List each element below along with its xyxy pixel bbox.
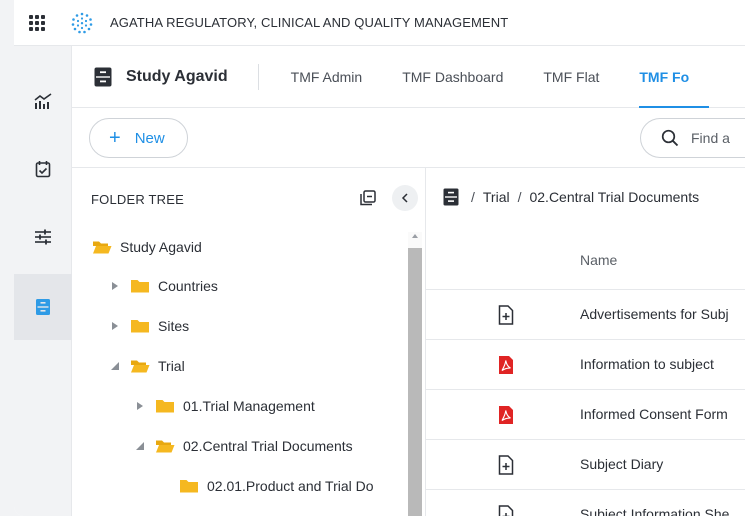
sliders-icon bbox=[35, 229, 51, 245]
logo-icon bbox=[71, 12, 93, 33]
archive-icon bbox=[36, 299, 50, 315]
tree-item-label: Trial bbox=[158, 358, 185, 374]
folder-tree-title: FOLDER TREE bbox=[91, 192, 184, 207]
table-row[interactable]: Information to subject bbox=[426, 340, 745, 390]
tree-item-product-and-trial[interactable]: 02.01.Product and Trial Do bbox=[179, 466, 374, 506]
tree-item-central-trial-documents[interactable]: 02.Central Trial Documents bbox=[135, 426, 353, 466]
tree-item-label: 01.Trial Management bbox=[183, 398, 315, 414]
analytics-icon bbox=[34, 93, 52, 109]
tree-item-label: Countries bbox=[158, 278, 218, 294]
study-name: Study Agavid bbox=[126, 67, 228, 85]
side-rail bbox=[14, 46, 72, 516]
tab-tmf-admin[interactable]: TMF Admin bbox=[271, 46, 383, 108]
toolbar: + New Find a bbox=[72, 108, 745, 168]
rail-item-archive[interactable] bbox=[14, 274, 72, 340]
tree-item-trial[interactable]: Trial bbox=[110, 346, 185, 386]
folder-icon bbox=[180, 480, 198, 493]
rail-item-calendar[interactable] bbox=[14, 136, 72, 202]
app-title: AGATHA REGULATORY, CLINICAL AND QUALITY … bbox=[110, 15, 509, 30]
document-add-icon bbox=[498, 505, 514, 516]
collapse-panel-button[interactable] bbox=[392, 185, 418, 211]
tab-tmf-flat[interactable]: TMF Flat bbox=[523, 46, 619, 108]
tree-item-label: 02.Central Trial Documents bbox=[183, 438, 353, 454]
folder-open-icon bbox=[93, 241, 112, 254]
breadcrumb-item-central[interactable]: 02.Central Trial Documents bbox=[529, 189, 699, 205]
table-header: Name bbox=[426, 232, 745, 290]
tree-item-sites[interactable]: Sites bbox=[110, 306, 189, 346]
document-name[interactable]: Subject Diary bbox=[580, 456, 663, 472]
column-header-name[interactable]: Name bbox=[580, 252, 617, 268]
caret-right-icon[interactable] bbox=[135, 401, 145, 411]
app-frame: AGATHA REGULATORY, CLINICAL AND QUALITY … bbox=[14, 0, 745, 516]
pdf-icon bbox=[499, 356, 513, 374]
document-add-icon bbox=[498, 455, 514, 475]
breadcrumb: / Trial / 02.Central Trial Documents bbox=[443, 188, 699, 206]
rail-item-analytics[interactable] bbox=[14, 68, 72, 134]
caret-down-icon[interactable] bbox=[110, 361, 120, 371]
table-row[interactable]: Informed Consent Form bbox=[426, 390, 745, 440]
document-name[interactable]: Advertisements for Subj bbox=[580, 306, 729, 322]
tree-scrollbar-thumb[interactable] bbox=[408, 248, 422, 516]
folder-icon bbox=[156, 400, 174, 413]
folder-icon bbox=[131, 280, 149, 293]
folder-icon bbox=[131, 320, 149, 333]
breadcrumb-separator: / bbox=[471, 189, 475, 205]
tree-item-label: Sites bbox=[158, 318, 190, 334]
table-row[interactable]: Advertisements for Subj bbox=[426, 290, 745, 340]
new-button-label: New bbox=[134, 129, 165, 147]
folder-tree-panel: FOLDER TREE Study Agavid Countries Sites… bbox=[72, 168, 426, 516]
caret-right-icon[interactable] bbox=[110, 281, 120, 291]
study-header: Study Agavid TMF Admin TMF Dashboard TMF… bbox=[72, 46, 745, 108]
folder-open-icon bbox=[156, 440, 175, 453]
table-row[interactable]: Subject Diary bbox=[426, 440, 745, 490]
search-icon bbox=[661, 129, 679, 147]
documents-panel: / Trial / 02.Central Trial Documents Nam… bbox=[426, 168, 745, 516]
search-placeholder: Find a bbox=[691, 130, 730, 146]
app-launcher-icon[interactable] bbox=[27, 13, 47, 33]
table-row[interactable]: Subject Information She bbox=[426, 490, 745, 516]
cabinet-icon bbox=[94, 67, 112, 86]
search-input[interactable]: Find a bbox=[640, 118, 745, 158]
document-name[interactable]: Information to subject bbox=[580, 356, 714, 372]
top-bar: AGATHA REGULATORY, CLINICAL AND QUALITY … bbox=[14, 0, 745, 46]
pdf-icon bbox=[499, 406, 513, 424]
caret-right-icon[interactable] bbox=[110, 321, 120, 331]
scroll-up-icon[interactable] bbox=[412, 234, 418, 238]
rail-item-settings[interactable] bbox=[14, 204, 72, 270]
calendar-check-icon bbox=[35, 161, 51, 178]
header-divider bbox=[257, 63, 259, 90]
plus-icon: + bbox=[109, 127, 121, 149]
breadcrumb-item-trial[interactable]: Trial bbox=[483, 189, 510, 205]
document-name[interactable]: Informed Consent Form bbox=[580, 406, 728, 422]
document-add-icon bbox=[498, 305, 514, 325]
tree-item-study[interactable]: Study Agavid bbox=[92, 227, 202, 267]
document-name[interactable]: Subject Information She bbox=[580, 506, 729, 516]
tree-item-trial-management[interactable]: 01.Trial Management bbox=[135, 386, 315, 426]
tree-item-label: Study Agavid bbox=[120, 239, 202, 255]
folder-open-icon bbox=[131, 360, 150, 373]
caret-down-icon[interactable] bbox=[135, 441, 145, 451]
collapse-all-icon[interactable] bbox=[360, 190, 376, 206]
tab-tmf-folder[interactable]: TMF Fo bbox=[619, 46, 709, 108]
tree-item-countries[interactable]: Countries bbox=[110, 266, 218, 306]
tree-item-label: 02.01.Product and Trial Do bbox=[207, 478, 374, 494]
cabinet-icon[interactable] bbox=[443, 188, 459, 206]
new-button[interactable]: + New bbox=[89, 118, 188, 158]
breadcrumb-separator: / bbox=[517, 189, 522, 205]
chevron-left-icon bbox=[401, 193, 408, 203]
tab-tmf-dashboard[interactable]: TMF Dashboard bbox=[382, 46, 523, 108]
